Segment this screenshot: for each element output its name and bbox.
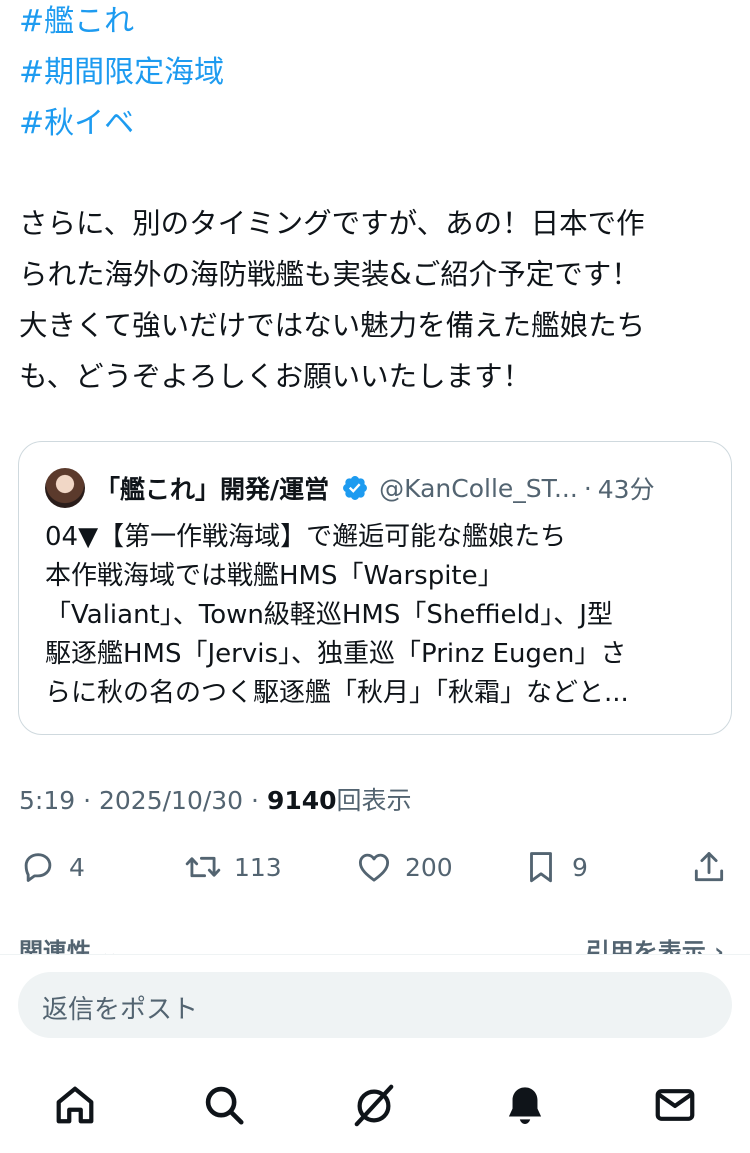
separator-dot: ·: [583, 473, 592, 503]
reply-icon: [24, 853, 52, 882]
view-count: 9140: [266, 786, 337, 815]
sort-relevance-toggle[interactable]: 関連性 ⌄: [19, 932, 119, 954]
related-row: 関連性 ⌄ 引用を表示 ›: [0, 930, 750, 954]
view-quotes-link[interactable]: 引用を表示 ›: [586, 932, 724, 954]
hashtag-link[interactable]: #期間限定海域: [19, 47, 224, 98]
reply-input[interactable]: 返信をポスト: [18, 972, 732, 1038]
heart-icon: [358, 853, 390, 882]
view-label: 回表示: [336, 786, 412, 815]
nav-notifications[interactable]: [502, 1082, 548, 1128]
avatar[interactable]: [45, 468, 85, 508]
bookmark-count: 9: [572, 852, 588, 882]
like-button[interactable]: 200: [355, 845, 453, 889]
quote-tweet-card[interactable]: 「艦これ」開発/運営 @KanColle_ST... · 43分 04▼【第一作…: [18, 441, 732, 735]
tweet-text: さらに、別のタイミングですが、あの！日本で作 られた海外の海防戦艦も実装&ご紹介…: [19, 207, 646, 393]
grok-icon: [354, 1084, 394, 1127]
reply-count: 4: [69, 852, 85, 882]
quote-timestamp: 43分: [597, 475, 655, 504]
home-icon: [56, 1086, 94, 1124]
quote-header: 「艦これ」開発/運営 @KanColle_ST... · 43分: [45, 468, 715, 508]
bookmark-button[interactable]: 9: [522, 845, 588, 889]
nav-grok[interactable]: [351, 1082, 397, 1128]
separator-dot: ·: [251, 786, 259, 815]
search-icon: [205, 1086, 244, 1125]
bookmark-icon: [530, 852, 552, 883]
quote-text: 04▼【第一作戦海域】で邂逅可能な艦娘たち 本作戦海域では戦艦HMS「Warsp…: [45, 522, 629, 708]
hashtag-link[interactable]: #艦これ: [19, 0, 224, 47]
reply-button[interactable]: 4: [19, 845, 85, 889]
repost-icon: [185, 856, 221, 878]
bell-icon: [508, 1087, 542, 1124]
verified-badge-icon: [343, 476, 368, 500]
repost-button[interactable]: 113: [184, 845, 282, 889]
divider: [0, 954, 750, 955]
quote-author-handle: @KanColle_ST...: [379, 473, 578, 503]
bottom-nav: [0, 1070, 750, 1140]
repost-count: 113: [234, 852, 282, 882]
reply-placeholder: 返信をポスト: [42, 995, 199, 1025]
tweet-time: 5:19: [19, 786, 76, 815]
like-count: 200: [405, 852, 453, 882]
mail-icon: [655, 1089, 695, 1121]
quote-author-name: 「艦これ」開発/運営: [95, 475, 330, 504]
nav-search[interactable]: [201, 1082, 247, 1128]
share-button[interactable]: [690, 845, 728, 889]
tweet-date: 2025/10/30: [99, 786, 244, 815]
share-icon: [694, 852, 724, 882]
nav-messages[interactable]: [652, 1082, 698, 1128]
nav-home[interactable]: [52, 1082, 98, 1128]
hashtag-link[interactable]: #秋イベ: [19, 98, 224, 149]
hashtag-list: #艦これ #期間限定海域 #秋イベ: [19, 0, 224, 149]
tweet-meta: 5:19 · 2025/10/30 · 9140回表示: [19, 781, 412, 817]
separator-dot: ·: [83, 786, 92, 815]
